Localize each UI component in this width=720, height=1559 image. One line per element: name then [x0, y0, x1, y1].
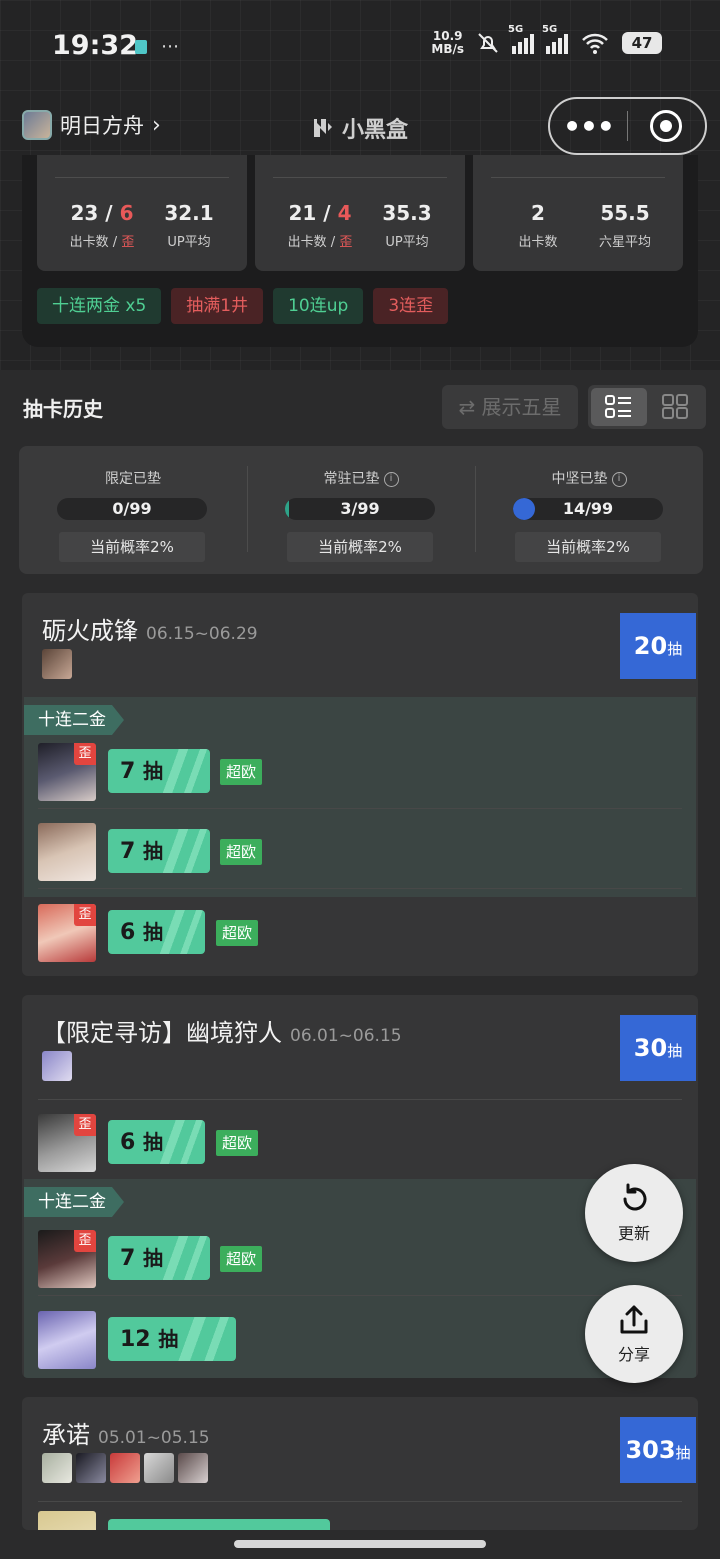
operator-avatar — [38, 823, 96, 881]
off-banner-badge: 歪 — [74, 743, 96, 765]
grid-view-icon — [662, 394, 688, 419]
pull-count-bar: 12 抽 — [108, 1317, 236, 1361]
pool-pull-count: 303抽 — [620, 1417, 696, 1483]
off-banner-badge: 歪 — [74, 904, 96, 926]
pity-progress-bar: 0/99 — [57, 498, 207, 520]
pity-progress-bar: 14/99 — [513, 498, 663, 520]
stat-box-standard: 21 / 4 出卡数 / 歪 35.3 UP平均 — [255, 155, 465, 271]
operator-avatar — [144, 1453, 174, 1483]
pull-count-bar — [108, 1519, 330, 1530]
pity-progress-bar: 3/99 — [285, 498, 435, 520]
tag-three-off: 3连歪 — [373, 288, 449, 324]
off-banner-badge: 歪 — [74, 1230, 96, 1252]
operator-avatar — [178, 1453, 208, 1483]
luck-badge: 超欧 — [216, 1130, 259, 1156]
pull-row[interactable]: 歪 6 抽 超欧 — [38, 1099, 682, 1179]
pull-row[interactable]: 7 抽 超欧 — [38, 809, 682, 889]
pity-core: 中坚已垫 i 14/99 当前概率2% — [475, 446, 703, 574]
grid-view-button[interactable] — [647, 388, 703, 426]
operator-avatar — [42, 649, 72, 679]
pity-standard: 常驻已垫 i 3/99 当前概率2% — [247, 446, 475, 574]
share-button[interactable]: 分享 — [585, 1285, 683, 1383]
pull-row[interactable]: 歪 6 抽 超欧 — [38, 890, 682, 970]
info-icon[interactable]: i — [611, 471, 627, 487]
game-avatar — [22, 110, 52, 140]
pool-date: 06.01~06.15 — [290, 1026, 402, 1046]
tag-ten-up: 10连up — [273, 288, 364, 324]
game-selector[interactable]: 明日方舟 › — [22, 110, 161, 140]
pull-count-bar: 7 抽 — [108, 829, 210, 873]
pool-name: 【限定寻访】幽境狩人 — [42, 1019, 282, 1047]
target-icon — [650, 110, 683, 142]
view-switcher — [588, 385, 706, 429]
operator-avatar — [42, 1453, 72, 1483]
tag-full-pity: 抽满1井 — [171, 288, 264, 324]
off-banner-badge: 歪 — [74, 1114, 96, 1136]
pool-operators — [42, 1453, 208, 1483]
signal-2-icon: 5G — [542, 24, 568, 54]
more-notifications-icon: ⋯ — [161, 36, 179, 57]
luck-badge: 超欧 — [220, 1246, 263, 1272]
home-indicator[interactable] — [234, 1540, 486, 1548]
navigation-bar: 明日方舟 › 小黑盒 ••• — [0, 96, 720, 156]
luck-badge: 超欧 — [220, 759, 263, 785]
pool-operators — [42, 649, 72, 679]
more-menu-button[interactable]: ••• — [550, 110, 627, 143]
pool-name: 砺火成锋 — [42, 617, 138, 645]
clock: 19:32 — [52, 30, 138, 61]
notification-app-icon — [135, 39, 147, 54]
stats-card: 23 / 6 出卡数 / 歪 32.1 UP平均 21 / 4 出卡数 / 歪 … — [22, 155, 698, 347]
net-speed: 10.9 MB/s — [431, 29, 464, 56]
brand-logo: 小黑盒 — [310, 112, 408, 144]
operator-avatar — [110, 1453, 140, 1483]
pull-count-bar: 7 抽 — [108, 749, 210, 793]
pool-name: 承诺 — [42, 1421, 90, 1449]
refresh-icon — [623, 1183, 647, 1211]
ten-pull-label: 十连二金 — [24, 1187, 124, 1217]
show-five-star-toggle[interactable]: ⇄ 展示五星 — [442, 385, 578, 429]
pull-row[interactable]: 歪 7 抽 超欧 — [38, 729, 682, 809]
status-bar: 19:32 ⋯ 10.9 MB/s 5G 5G 47 — [0, 0, 720, 90]
pool-card[interactable]: 承诺 05.01~05.15 303抽 — [22, 1397, 698, 1530]
pool-pull-count: 30抽 — [620, 1015, 696, 1081]
heybox-logo-icon — [314, 119, 332, 137]
list-view-icon — [605, 395, 631, 418]
operator-avatar — [76, 1453, 106, 1483]
operator-avatar — [38, 1311, 96, 1369]
chevron-right-icon: › — [152, 112, 161, 138]
pull-count-bar: 7 抽 — [108, 1236, 210, 1280]
miniprogram-capsule: ••• — [548, 97, 707, 155]
mute-bell-icon — [478, 33, 498, 53]
pull-count-bar: 6 抽 — [108, 910, 205, 954]
signal-1-icon: 5G — [508, 24, 534, 54]
list-view-button[interactable] — [591, 388, 647, 426]
pool-date: 05.01~05.15 — [98, 1428, 210, 1448]
stat-box-core: 2 出卡数 55.5 六星平均 — [473, 155, 683, 271]
operator-avatar — [42, 1051, 72, 1081]
wifi-icon — [582, 33, 608, 54]
battery-indicator: 47 — [622, 32, 662, 54]
pity-panel: 限定已垫 0/99 当前概率2% 常驻已垫 i 3/99 当前概率2% 中坚已垫 i… — [19, 446, 703, 574]
refresh-button[interactable]: 更新 — [585, 1164, 683, 1262]
game-name: 明日方舟 — [60, 114, 144, 138]
history-title: 抽卡历史 — [23, 397, 103, 421]
luck-badge: 超欧 — [216, 920, 259, 946]
pool-card[interactable]: 砺火成锋 06.15~06.29 20抽 十连二金 歪 7 抽 超欧 7 抽 超欧… — [22, 593, 698, 976]
pool-pull-count: 20抽 — [620, 613, 696, 679]
pool-operators — [42, 1051, 72, 1081]
info-icon[interactable]: i — [383, 471, 399, 487]
operator-avatar — [38, 1511, 96, 1530]
share-icon — [620, 1305, 648, 1334]
pull-count-bar: 6 抽 — [108, 1120, 205, 1164]
tag-ten-double-gold: 十连两金 x5 — [37, 288, 162, 324]
close-miniprogram-button[interactable] — [628, 110, 705, 142]
luck-badge: 超欧 — [220, 839, 263, 865]
stat-box-limited: 23 / 6 出卡数 / 歪 32.1 UP平均 — [37, 155, 247, 271]
pity-limited: 限定已垫 0/99 当前概率2% — [19, 446, 247, 574]
pool-date: 06.15~06.29 — [146, 624, 258, 644]
achievement-tags: 十连两金 x5 抽满1井 10连up 3连歪 — [37, 288, 449, 324]
